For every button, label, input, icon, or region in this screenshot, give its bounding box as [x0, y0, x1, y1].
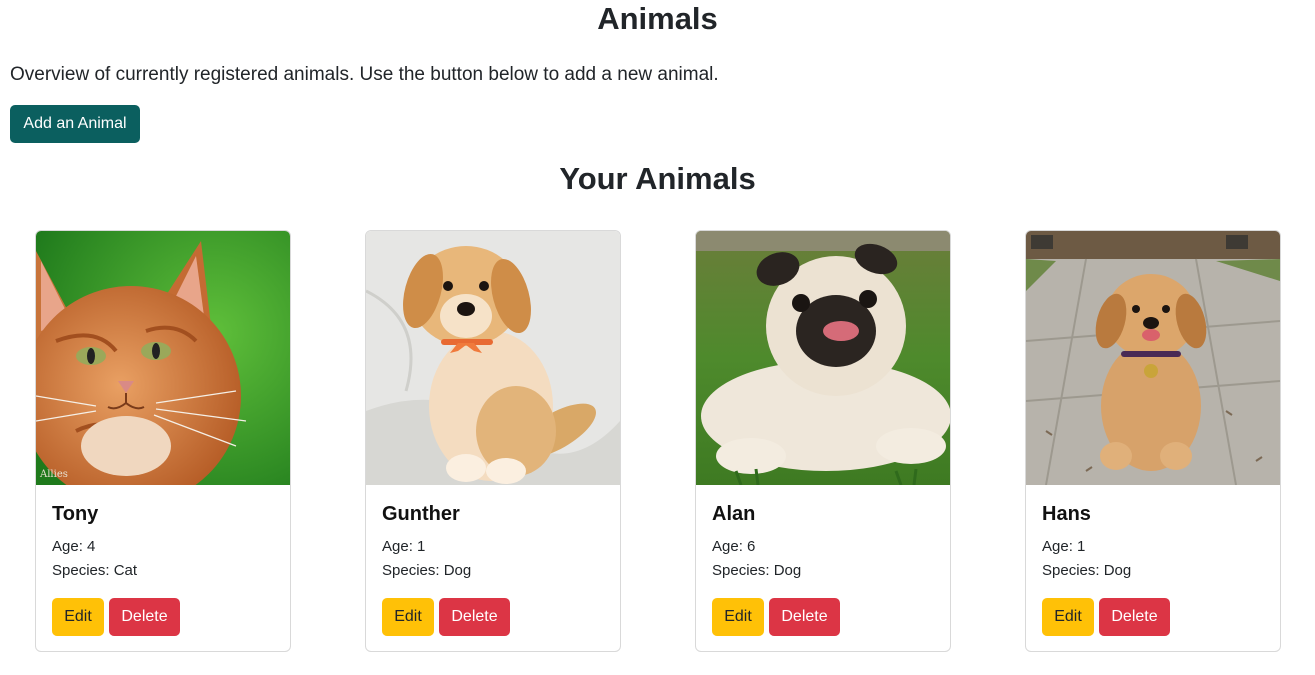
- animal-species: Species: Dog: [382, 562, 472, 579]
- pug-photo: [696, 231, 950, 485]
- edit-button[interactable]: Edit: [52, 598, 104, 636]
- animal-card: Alan Age: 6 Species: Dog Edit Delete: [695, 230, 951, 652]
- add-animal-button[interactable]: Add an Animal: [10, 105, 140, 143]
- page-title: Animals: [597, 1, 718, 36]
- golden-puppy-sidewalk-photo: [1026, 231, 1280, 485]
- animal-age: Age: 6: [712, 538, 756, 555]
- delete-button[interactable]: Delete: [769, 598, 840, 636]
- animal-card: Hans Age: 1 Species: Dog Edit Delete: [1025, 230, 1281, 652]
- intro-text: Overview of currently registered animals…: [10, 64, 719, 85]
- animal-card: Allies Tony Age: 4 Species: Cat Edit Del…: [35, 230, 291, 652]
- animal-name: Tony: [52, 503, 99, 525]
- animal-name: Alan: [712, 503, 756, 525]
- delete-button[interactable]: Delete: [439, 598, 510, 636]
- svg-text:Allies: Allies: [39, 469, 68, 480]
- animal-age: Age: 1: [1042, 538, 1086, 555]
- animal-name: Gunther: [382, 503, 460, 525]
- animal-age: Age: 1: [382, 538, 426, 555]
- golden-puppy-photo: [366, 231, 620, 485]
- animal-name: Hans: [1042, 503, 1091, 525]
- edit-button[interactable]: Edit: [382, 598, 434, 636]
- animal-card: Gunther Age: 1 Species: Dog Edit Delete: [365, 230, 621, 652]
- animal-age: Age: 4: [52, 538, 96, 555]
- animals-page: Animals Overview of currently registered…: [0, 0, 1315, 675]
- animal-species: Species: Dog: [712, 562, 802, 579]
- orange-cat-photo: Allies: [36, 231, 290, 485]
- animal-species: Species: Cat: [52, 562, 138, 579]
- delete-button[interactable]: Delete: [1099, 598, 1170, 636]
- animal-species: Species: Dog: [1042, 562, 1132, 579]
- edit-button[interactable]: Edit: [1042, 598, 1094, 636]
- delete-button[interactable]: Delete: [109, 598, 180, 636]
- edit-button[interactable]: Edit: [712, 598, 764, 636]
- section-title: Your Animals: [559, 161, 756, 196]
